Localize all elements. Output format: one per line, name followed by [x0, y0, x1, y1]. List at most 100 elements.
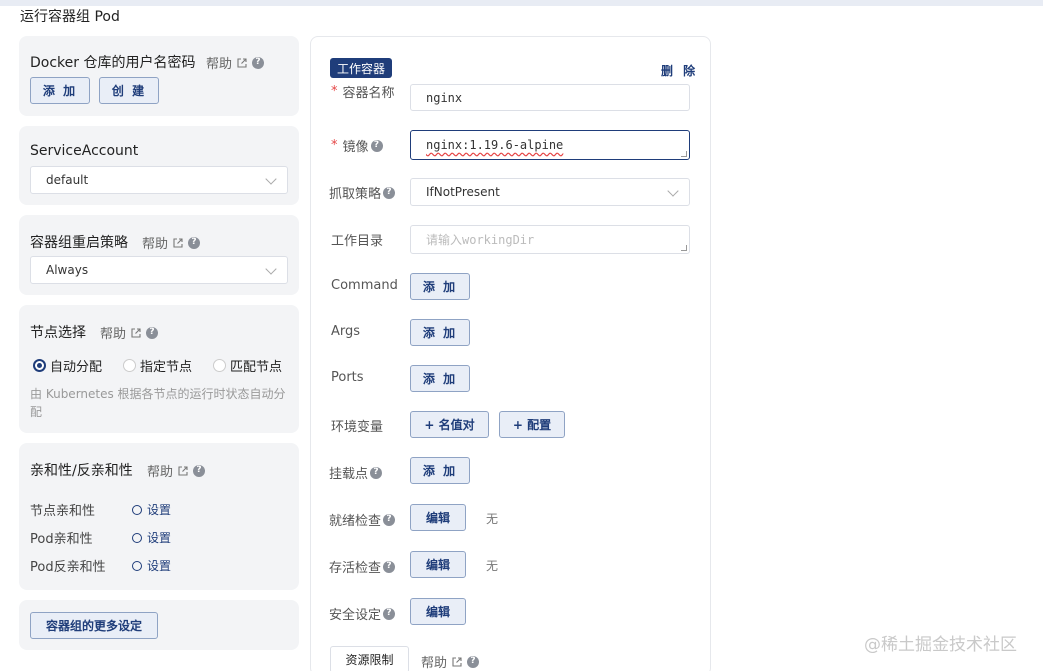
workdir-placeholder: 请输入workingDir — [426, 233, 535, 247]
field-label-text: 安全设定 — [329, 608, 382, 623]
restart-policy-select[interactable]: Always — [30, 256, 288, 284]
env-add-config-button[interactable]: + 配置 — [499, 411, 565, 438]
required-asterisk: * — [331, 138, 338, 153]
readiness-label: 就绪检查 ? — [329, 510, 396, 529]
node-selection-card: 节点选择 帮助 ? 自动分配 指定节点 匹配节点 由 Kubernetes 根据… — [19, 305, 299, 433]
field-label-text: 存活检查 — [329, 561, 382, 576]
service-account-title: ServiceAccount — [30, 143, 139, 159]
settings-label: 设置 — [147, 503, 172, 517]
radio-unchecked-icon — [213, 359, 226, 372]
question-icon: ? — [370, 466, 383, 479]
args-add-button[interactable]: 添 加 — [410, 319, 470, 346]
field-label-text: 容器名称 — [342, 86, 395, 101]
command-add-button[interactable]: 添 加 — [410, 273, 470, 300]
node-affinity-settings-link[interactable]: 设置 — [132, 501, 171, 518]
docker-credentials-title: Docker 仓库的用户名密码 — [30, 55, 196, 71]
question-icon: ? — [467, 655, 480, 668]
help-label: 帮助 — [206, 57, 233, 72]
node-selection-title: 节点选择 — [30, 325, 86, 341]
help-label: 帮助 — [142, 237, 169, 252]
restart-help-link[interactable]: 帮助 ? — [142, 233, 201, 252]
settings-label: 设置 — [147, 531, 172, 545]
docker-help-link[interactable]: 帮助 ? — [206, 53, 265, 72]
field-label-text: 工作目录 — [331, 234, 384, 249]
field-label-text: 抓取策略 — [329, 187, 382, 202]
args-label: Args — [331, 324, 361, 339]
docker-add-button[interactable]: 添 加 — [30, 77, 90, 104]
pod-anti-affinity-settings-link[interactable]: 设置 — [132, 557, 171, 574]
docker-credentials-card: Docker 仓库的用户名密码 帮助 ? 添 加 创 建 — [19, 36, 299, 116]
question-icon: ? — [252, 56, 265, 69]
watermark: @稀土掘金技术社区 — [864, 635, 1017, 655]
resize-handle-icon — [681, 245, 687, 251]
external-link-icon — [237, 57, 247, 68]
gear-icon — [132, 560, 142, 571]
service-account-select[interactable]: default — [30, 166, 288, 194]
pull-policy-label: 抓取策略 ? — [329, 183, 396, 202]
delete-container-button[interactable]: 删 除 — [661, 62, 698, 79]
help-label: 帮助 — [147, 465, 174, 480]
image-value: nginx:1.19.6-alpine — [426, 138, 564, 152]
required-asterisk: * — [331, 84, 338, 99]
radio-specify-node[interactable]: 指定节点 — [123, 356, 192, 375]
radio-checked-icon — [33, 359, 46, 372]
resource-help-link[interactable]: 帮助 ? — [421, 652, 480, 671]
node-affinity-label: 节点亲和性 — [30, 504, 96, 519]
node-help-link[interactable]: 帮助 ? — [100, 323, 159, 342]
readiness-status: 无 — [486, 512, 499, 526]
mounts-add-button[interactable]: 添 加 — [410, 457, 470, 484]
liveness-label: 存活检查 ? — [329, 557, 396, 576]
image-input[interactable]: nginx:1.19.6-alpine — [410, 130, 690, 160]
chevron-down-icon — [667, 185, 679, 197]
ports-add-button[interactable]: 添 加 — [410, 365, 470, 392]
workdir-input[interactable]: 请输入workingDir — [410, 225, 690, 254]
page-title: 运行容器组 Pod — [20, 9, 120, 25]
container-name-label: * 容器名称 — [331, 82, 395, 101]
docker-create-button[interactable]: 创 建 — [99, 77, 159, 104]
affinity-card: 亲和性/反亲和性 帮助 ? 节点亲和性 设置 Pod亲和性 设置 Pod反亲和性… — [19, 443, 299, 590]
resource-limits-button[interactable]: 资源限制 — [330, 646, 409, 671]
service-account-card: ServiceAccount default — [19, 126, 299, 205]
field-label-text: 挂载点 — [329, 467, 369, 482]
question-icon: ? — [383, 513, 396, 526]
workdir-label: 工作目录 — [331, 230, 383, 249]
mounts-label: 挂载点 ? — [329, 463, 383, 482]
resize-handle-icon — [681, 151, 687, 157]
radio-unchecked-icon — [123, 359, 136, 372]
env-add-pair-button[interactable]: + 名值对 — [410, 411, 489, 438]
question-icon: ? — [383, 607, 396, 620]
external-link-icon — [131, 327, 141, 338]
affinity-help-link[interactable]: 帮助 ? — [147, 461, 206, 480]
pod-anti-affinity-label: Pod反亲和性 — [30, 560, 106, 575]
security-edit-button[interactable]: 编辑 — [410, 598, 466, 625]
restart-policy-title: 容器组重启策略 — [30, 235, 128, 251]
command-label: Command — [331, 278, 398, 293]
more-settings-button[interactable]: 容器组的更多设定 — [30, 612, 158, 639]
liveness-edit-button[interactable]: 编辑 — [410, 551, 466, 578]
pull-policy-select[interactable]: IfNotPresent — [410, 178, 690, 206]
question-icon: ? — [146, 326, 159, 339]
question-icon: ? — [383, 186, 396, 199]
radio-match-node[interactable]: 匹配节点 — [213, 356, 282, 375]
service-account-value: default — [46, 173, 89, 187]
radio-label: 指定节点 — [140, 360, 193, 375]
top-border — [0, 0, 1043, 6]
security-label: 安全设定 ? — [329, 604, 396, 623]
restart-policy-value: Always — [46, 263, 89, 277]
question-icon: ? — [370, 139, 383, 152]
pod-affinity-settings-link[interactable]: 设置 — [132, 529, 171, 546]
ports-label: Ports — [331, 370, 364, 385]
radio-label: 自动分配 — [50, 360, 103, 375]
readiness-edit-button[interactable]: 编辑 — [410, 504, 466, 531]
pod-affinity-label: Pod亲和性 — [30, 532, 93, 547]
radio-auto-assign[interactable]: 自动分配 — [33, 356, 102, 375]
external-link-icon — [178, 465, 188, 476]
chevron-down-icon — [265, 263, 277, 275]
pull-policy-value: IfNotPresent — [426, 185, 500, 199]
container-name-input[interactable]: nginx — [410, 84, 690, 111]
question-icon: ? — [383, 560, 396, 573]
liveness-status: 无 — [486, 559, 499, 573]
image-label: * 镜像 ? — [331, 136, 383, 155]
gear-icon — [132, 504, 142, 515]
chevron-down-icon — [265, 173, 277, 185]
